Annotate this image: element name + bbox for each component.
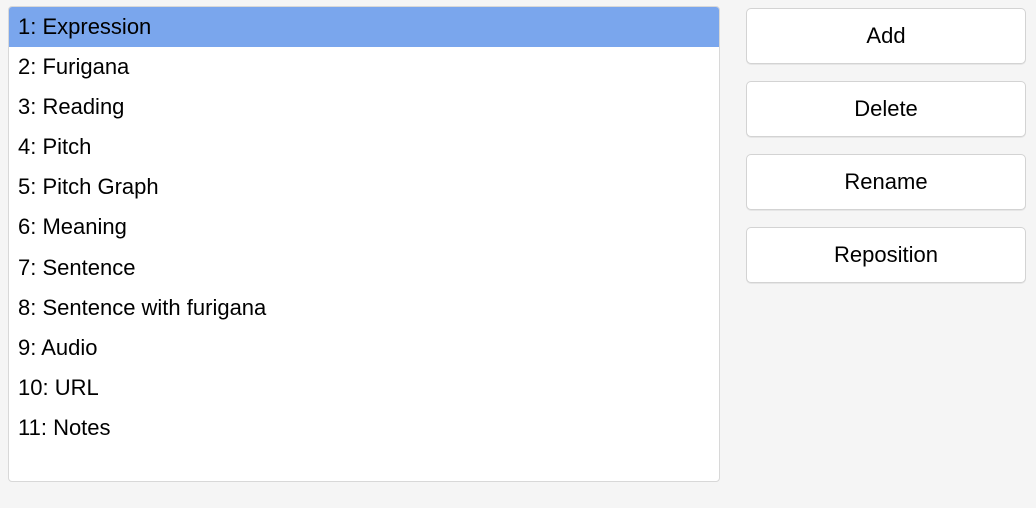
rename-button[interactable]: Rename <box>746 154 1026 210</box>
list-item[interactable]: 6: Meaning <box>9 207 719 247</box>
list-item[interactable]: 4: Pitch <box>9 127 719 167</box>
list-item[interactable]: 9: Audio <box>9 328 719 368</box>
list-item[interactable]: 1: Expression <box>9 7 719 47</box>
list-item[interactable]: 2: Furigana <box>9 47 719 87</box>
list-item[interactable]: 11: Notes <box>9 408 719 448</box>
list-item[interactable]: 7: Sentence <box>9 248 719 288</box>
list-item[interactable]: 8: Sentence with furigana <box>9 288 719 328</box>
button-column: Add Delete Rename Reposition <box>746 6 1026 500</box>
field-list[interactable]: 1: Expression2: Furigana3: Reading4: Pit… <box>8 6 720 482</box>
list-item[interactable]: 10: URL <box>9 368 719 408</box>
list-item[interactable]: 5: Pitch Graph <box>9 167 719 207</box>
add-button[interactable]: Add <box>746 8 1026 64</box>
list-item[interactable]: 3: Reading <box>9 87 719 127</box>
delete-button[interactable]: Delete <box>746 81 1026 137</box>
reposition-button[interactable]: Reposition <box>746 227 1026 283</box>
